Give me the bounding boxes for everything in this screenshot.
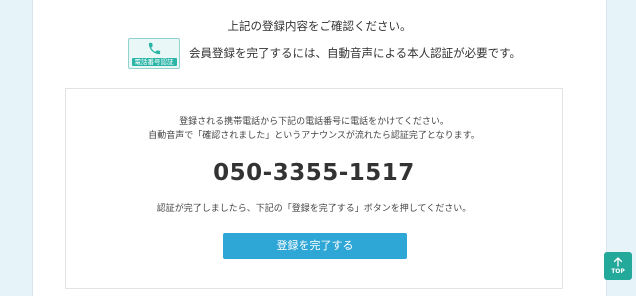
verification-phone-number: 050-3355-1517 [213,160,415,186]
confirm-message: 上記の登録内容をご確認ください。 [227,19,412,33]
scroll-to-top-button[interactable]: TOP [604,252,632,280]
scroll-to-top-label: TOP [611,268,625,275]
phone-verification-box: 登録される携帯電話から下記の電話番号に電話をかけてください。 自動音声で「確認さ… [65,88,563,289]
phone-auth-badge: 電話番号認証 [128,37,180,69]
phone-icon [147,41,162,56]
auth-notice-row: 電話番号認証 会員登録を完了するには、自動音声による本人認証が必要です。 [128,36,521,70]
arrow-up-icon [613,257,623,267]
complete-registration-button[interactable]: 登録を完了する [223,233,407,259]
phone-auth-badge-label: 電話番号認証 [131,57,177,66]
main-panel: 上記の登録内容をご確認ください。 電話番号認証 会員登録を完了するには、自動音声… [32,0,607,296]
instruction-line-1: 登録される携帯電話から下記の電話番号に電話をかけてください。 [179,117,449,127]
instruction-line-2: 自動音声で「確認されました」というアナウンスが流れたら認証完了となります。 [148,131,480,141]
instruction-line-3: 認証が完了しましたら、下記の「登録を完了する」ボタンを押してください。 [156,204,472,214]
auth-notice-text: 会員登録を完了するには、自動音声による本人認証が必要です。 [189,46,522,60]
